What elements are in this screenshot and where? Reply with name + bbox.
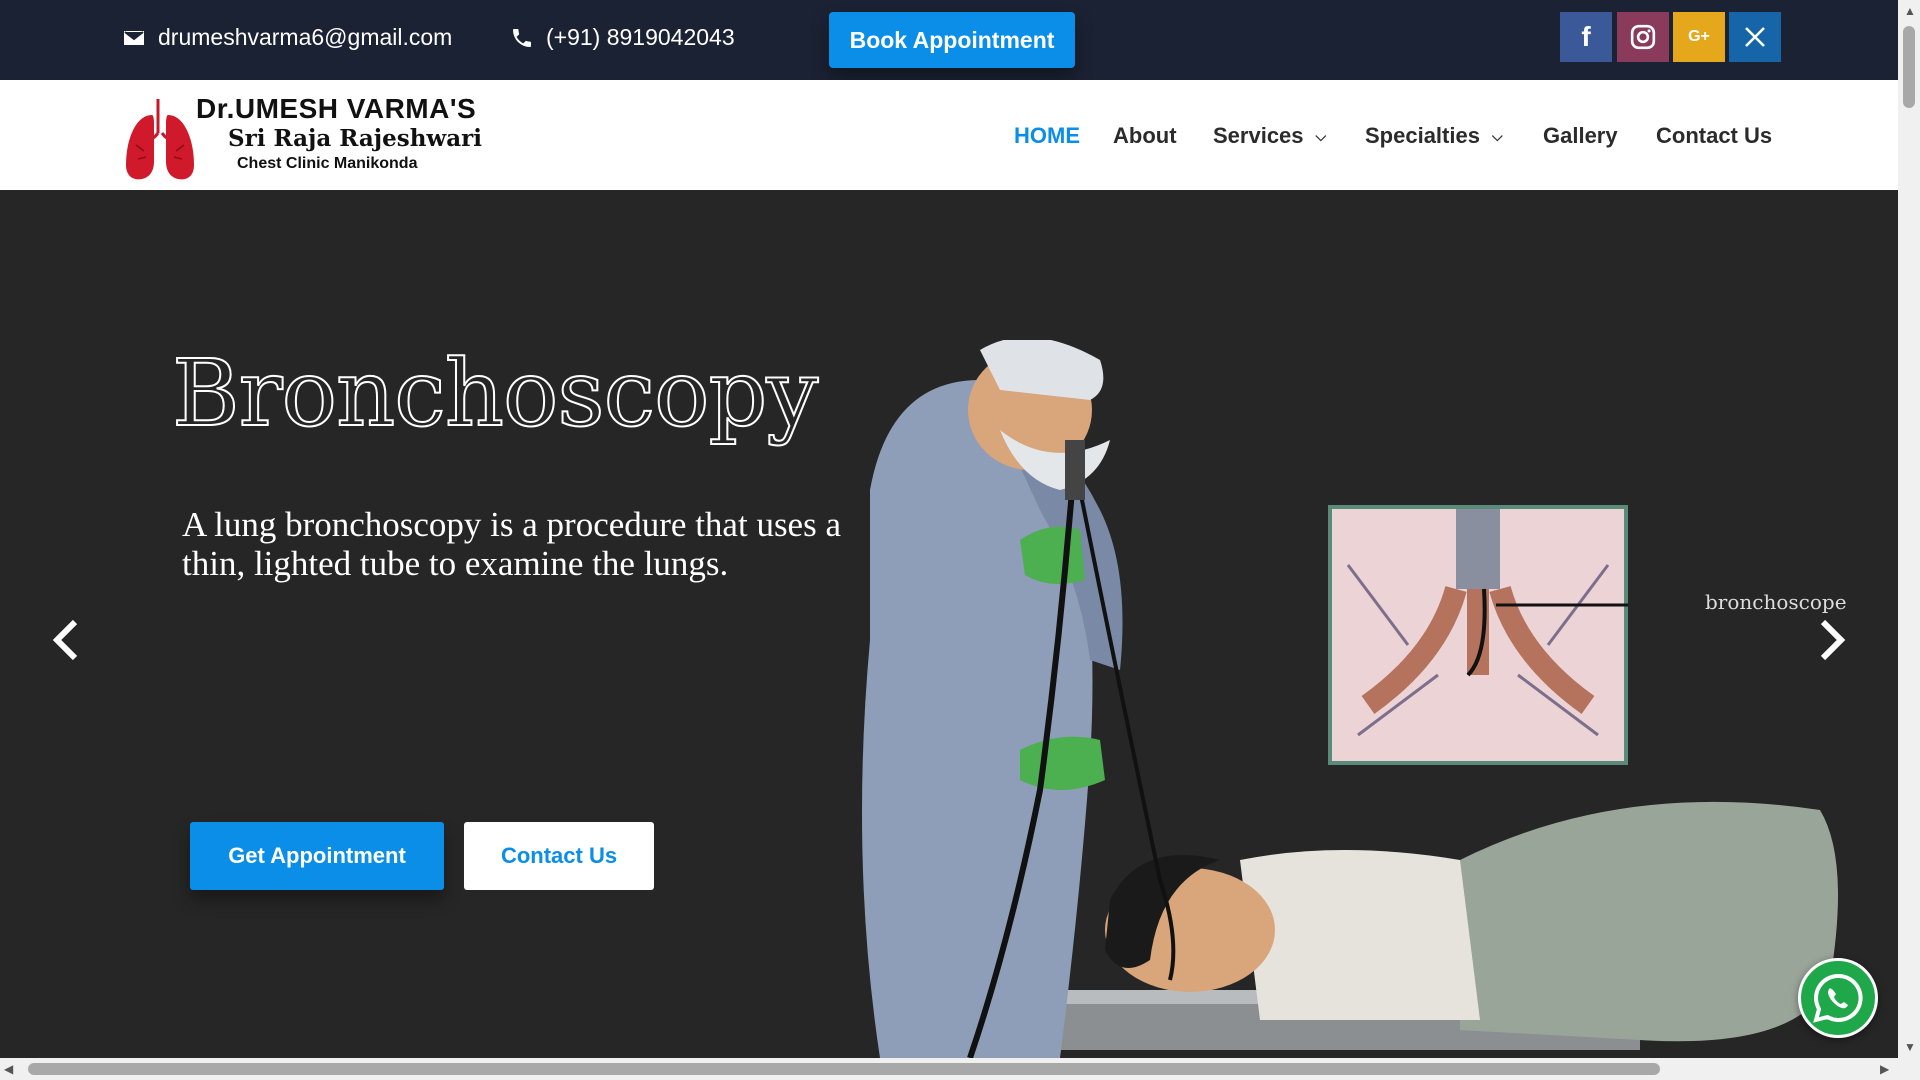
- x-icon: [1745, 27, 1765, 47]
- nav-home[interactable]: HOME: [1014, 123, 1080, 149]
- nav-contact[interactable]: Contact Us: [1656, 123, 1772, 149]
- nav-gallery[interactable]: Gallery: [1543, 123, 1618, 149]
- contact-us-button[interactable]: Contact Us: [464, 822, 654, 890]
- top-bar: drumeshvarma6@gmail.com (+91) 8919042043…: [0, 0, 1898, 80]
- hero-title: Bronchoscopy: [171, 339, 819, 448]
- nav-gallery-label: Gallery: [1543, 123, 1618, 148]
- nav-contact-label: Contact Us: [1656, 123, 1773, 148]
- google-plus-icon: G+: [1688, 28, 1710, 45]
- nav-services-label: Services: [1213, 123, 1304, 148]
- clinic-logo[interactable]: Dr.UMESH VARMA'S Sri Raja Rajeshwari Che…: [122, 93, 497, 185]
- instagram-button[interactable]: [1617, 12, 1669, 62]
- chevron-down-icon: ⌵: [1315, 127, 1327, 144]
- whatsapp-icon: [1813, 973, 1863, 1023]
- logo-doctor-name: Dr.UMESH VARMA'S: [196, 93, 477, 124]
- whatsapp-chat-button[interactable]: [1798, 958, 1878, 1038]
- nav-about[interactable]: About: [1113, 123, 1177, 149]
- logo-clinic-name: Sri Raja Rajeshwari: [228, 125, 482, 152]
- email-link[interactable]: drumeshvarma6@gmail.com: [122, 24, 452, 51]
- horizontal-scrollbar[interactable]: ◀ ▶: [0, 1058, 1920, 1080]
- chevron-left-icon: [52, 619, 78, 661]
- instagram-icon: [1630, 24, 1656, 50]
- nav-about-label: About: [1113, 123, 1177, 148]
- email-text: drumeshvarma6@gmail.com: [158, 24, 453, 50]
- nav-specialties-label: Specialties: [1365, 123, 1480, 148]
- hero-description: A lung bronchoscopy is a procedure that …: [182, 505, 842, 583]
- lungs-logo-icon: [126, 99, 194, 180]
- bronchi-inset-diagram: [1328, 505, 1628, 765]
- scroll-up-icon[interactable]: ▲: [1904, 4, 1916, 18]
- book-appointment-button[interactable]: Book Appointment: [829, 12, 1075, 68]
- nav-home-label: HOME: [1014, 123, 1080, 148]
- nav-specialties[interactable]: Specialties ⌵: [1365, 123, 1503, 149]
- slider-prev-arrow[interactable]: [46, 610, 86, 670]
- vertical-scroll-thumb[interactable]: [1903, 26, 1915, 108]
- get-appointment-button[interactable]: Get Appointment: [190, 822, 444, 890]
- chevron-right-icon: [1820, 619, 1846, 661]
- google-plus-button[interactable]: G+: [1673, 12, 1725, 62]
- facebook-icon: f: [1581, 21, 1591, 52]
- x-twitter-button[interactable]: [1729, 12, 1781, 62]
- phone-text: (+91) 8919042043: [546, 24, 735, 50]
- nav-services[interactable]: Services ⌵: [1213, 123, 1326, 149]
- scroll-left-icon[interactable]: ◀: [4, 1062, 13, 1076]
- slider-next-arrow[interactable]: [1812, 610, 1852, 670]
- phone-link[interactable]: (+91) 8919042043: [510, 24, 735, 51]
- scroll-right-icon[interactable]: ▶: [1880, 1062, 1889, 1076]
- chevron-down-icon: ⌵: [1491, 127, 1503, 144]
- envelope-icon: [124, 30, 144, 45]
- facebook-button[interactable]: f: [1560, 12, 1612, 62]
- vertical-scrollbar[interactable]: ▲ ▼: [1898, 0, 1920, 1058]
- logo-clinic-location: Chest Clinic Manikonda: [237, 155, 418, 172]
- horizontal-scroll-thumb[interactable]: [28, 1063, 1660, 1075]
- scroll-down-icon[interactable]: ▼: [1904, 1040, 1916, 1054]
- phone-icon: [513, 28, 531, 47]
